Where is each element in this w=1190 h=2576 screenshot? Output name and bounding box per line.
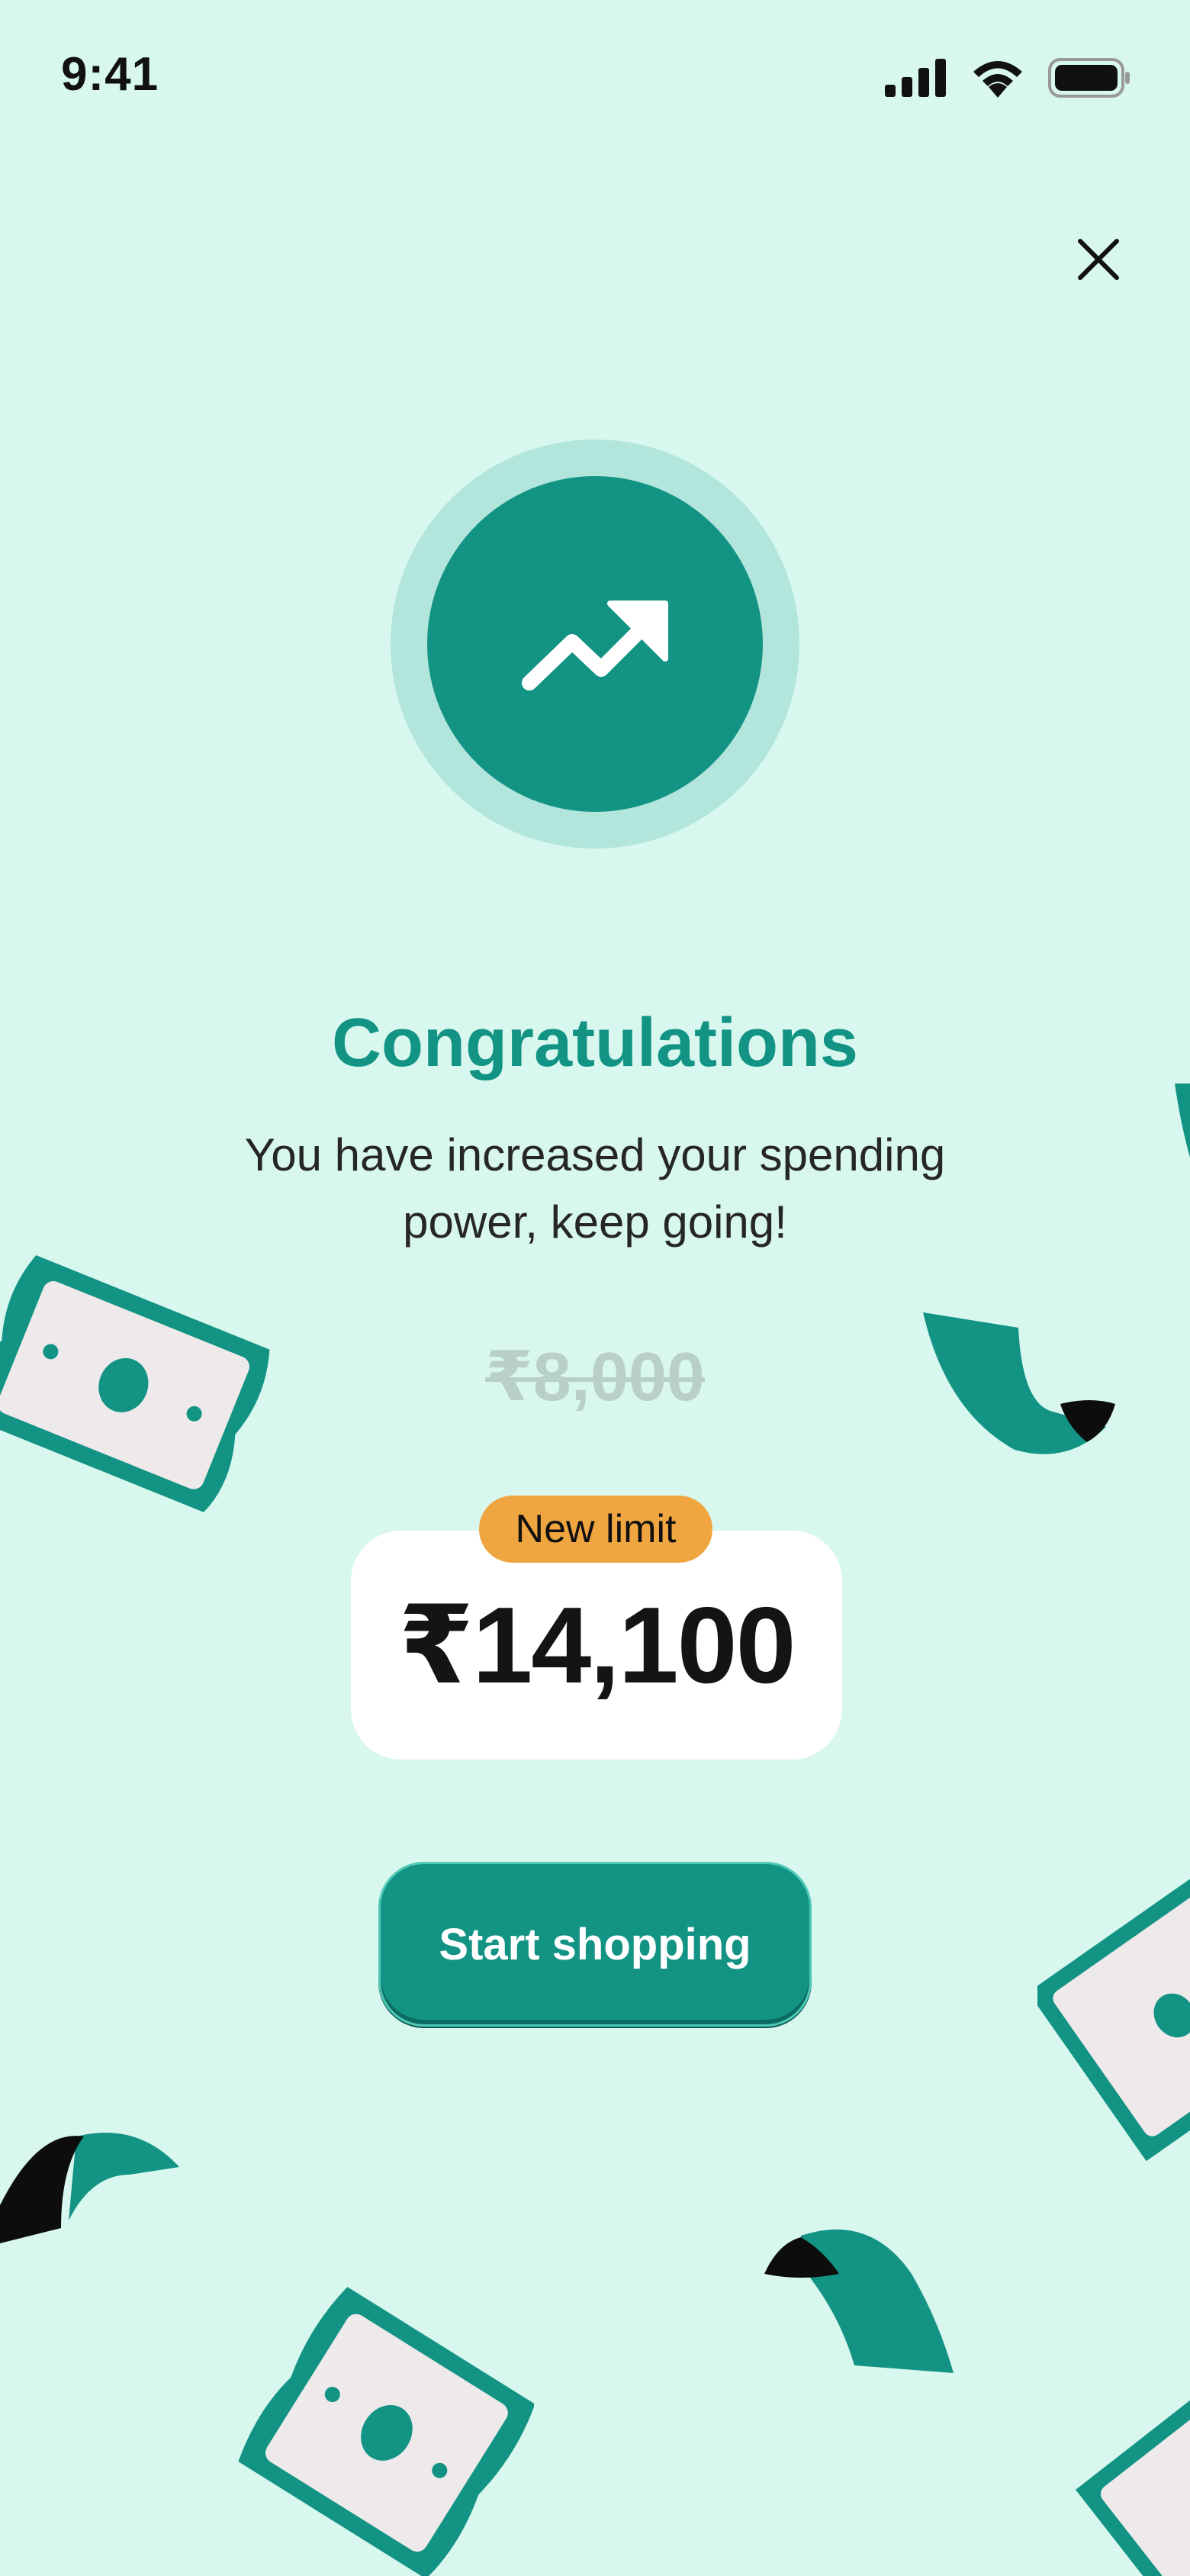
banknote-illustration [1076, 2388, 1190, 2576]
curl-illustration [1175, 1084, 1190, 1158]
new-limit-card: ₹14,100 [351, 1531, 842, 1760]
banknote-illustration [238, 2287, 534, 2576]
curl-illustration [0, 2133, 179, 2243]
new-limit-tag: New limit [479, 1496, 712, 1563]
close-icon [1078, 239, 1119, 280]
congratulations-screen: 9:41 Congratulations You have increased … [0, 0, 1190, 2576]
success-badge [427, 476, 763, 812]
start-shopping-button[interactable]: Start shopping [378, 1862, 812, 2027]
new-limit-value: ₹14,100 [398, 1584, 796, 1706]
subtitle: You have increased your spending power, … [244, 1129, 946, 1248]
page-title: Congratulations [332, 1005, 858, 1081]
battery-icon [1048, 58, 1130, 98]
wifi-icon [973, 61, 1022, 98]
close-button[interactable] [1068, 229, 1129, 290]
status-icons [885, 58, 1130, 98]
signal-icon [885, 59, 946, 97]
old-limit-value: ₹8,000 [485, 1339, 705, 1415]
trending-up-icon [522, 601, 668, 691]
status-time: 9:41 [61, 48, 159, 101]
curl-illustration [764, 2229, 954, 2373]
banknote-illustration [1037, 1877, 1190, 2162]
